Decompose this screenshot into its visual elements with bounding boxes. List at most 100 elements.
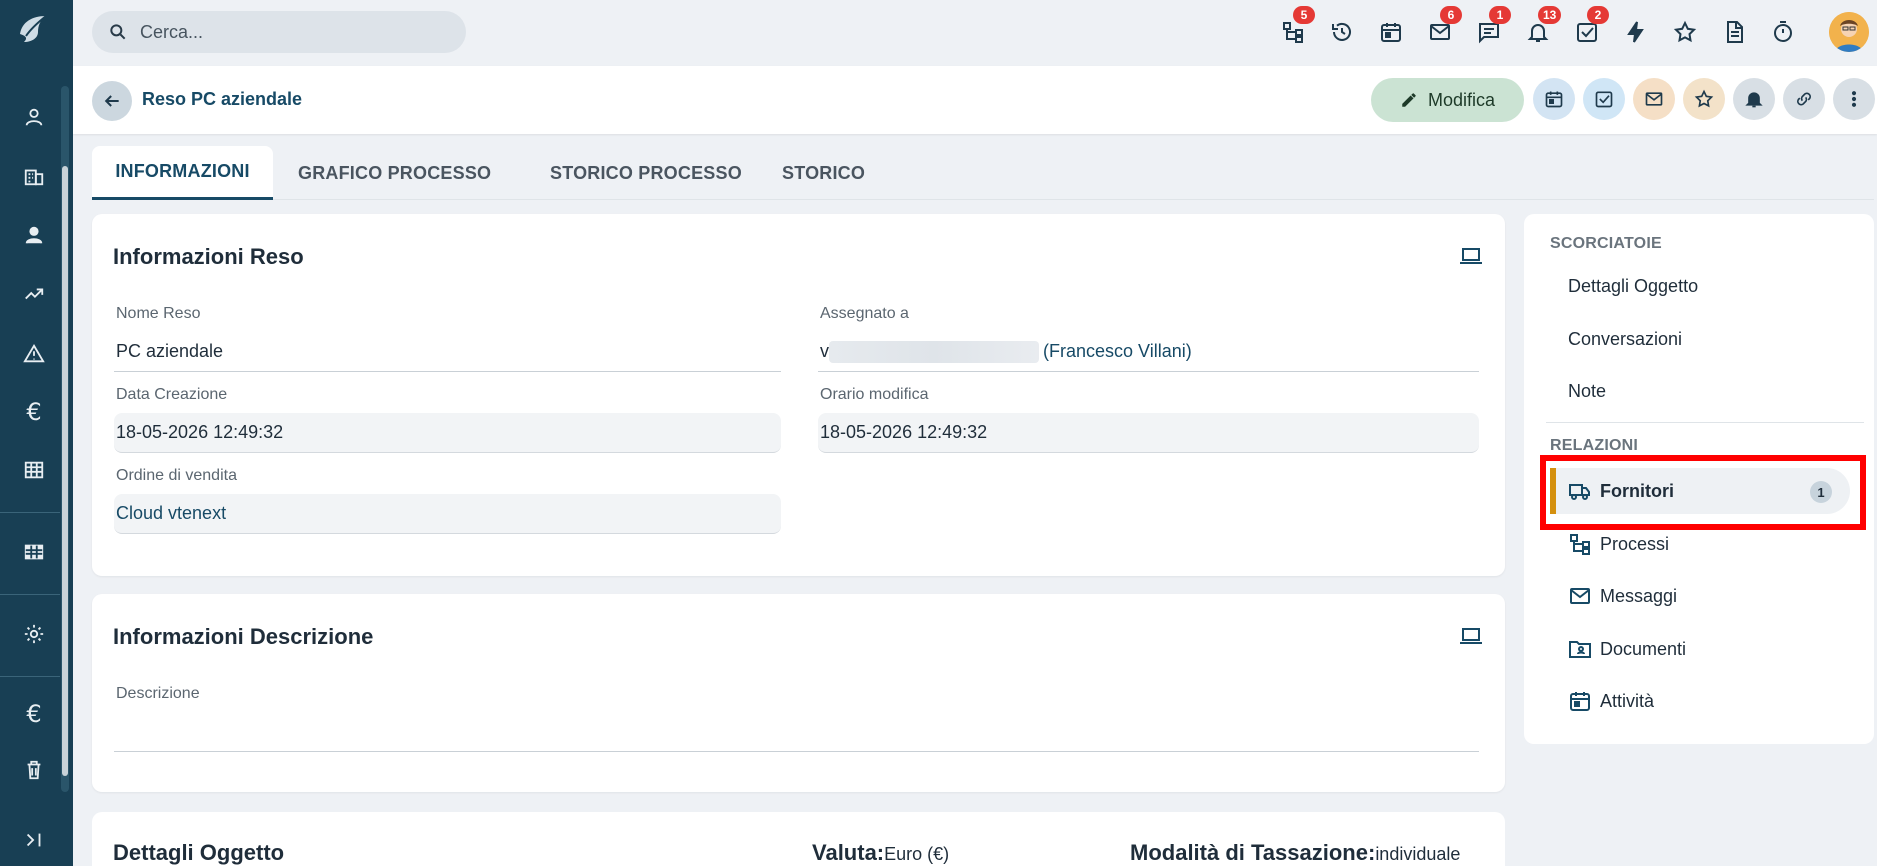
record-title: Reso PC aziendale <box>142 89 303 109</box>
search-input[interactable] <box>140 21 440 43</box>
relation-label: Attività <box>1600 690 1655 711</box>
shortcut-item-details[interactable]: Dettagli Oggetto <box>1568 276 1698 297</box>
relation-item-documenti[interactable]: Documenti <box>1550 626 1850 672</box>
pencil-icon <box>1402 93 1416 107</box>
redacted-text <box>829 340 1039 363</box>
mail-icon <box>1645 92 1663 106</box>
relation-item-attivita[interactable]: Attività <box>1550 678 1850 724</box>
currency-label: Valuta: <box>812 840 885 865</box>
link-icon <box>1797 92 1811 106</box>
app-logo-icon[interactable] <box>16 12 50 46</box>
favorites-star-icon[interactable] <box>1671 18 1699 46</box>
currency-info: Valuta:Euro (€) <box>812 840 949 866</box>
processes-badge: 5 <box>1293 6 1315 24</box>
created-field: 18-05-2026 12:49:32 <box>114 413 781 453</box>
more-vertical-icon <box>1851 91 1857 107</box>
relation-item-messaggi[interactable]: Messaggi <box>1550 573 1850 619</box>
notifications-bell-icon[interactable]: 13 <box>1524 6 1562 46</box>
document-icon[interactable] <box>1720 18 1748 46</box>
tab-grafico-processo[interactable]: GRAFICO PROCESSO <box>273 146 516 200</box>
leads-icon[interactable] <box>20 221 48 249</box>
tab-storico-processo[interactable]: STORICO PROCESSO <box>525 146 767 200</box>
calendar-icon <box>1570 692 1590 711</box>
quick-create-bolt-icon[interactable] <box>1622 18 1650 46</box>
rail-scrollbar[interactable] <box>61 86 69 792</box>
search-icon <box>110 24 126 40</box>
mail-badge: 6 <box>1440 6 1462 24</box>
tab-storico[interactable]: STORICO <box>757 146 890 200</box>
description-card-title: Informazioni Descrizione <box>113 624 374 649</box>
relation-label: Messaggi <box>1600 585 1678 606</box>
add-event-button[interactable] <box>1533 78 1575 120</box>
processes-icon[interactable]: 5 <box>1279 6 1315 46</box>
favorite-button[interactable] <box>1683 78 1725 120</box>
apps-grid-icon[interactable] <box>20 538 48 566</box>
task-check-icon <box>1595 91 1613 108</box>
assigned-label: Assegnato a <box>820 305 909 322</box>
trending-icon[interactable] <box>20 280 48 308</box>
modified-field: 18-05-2026 12:49:32 <box>818 413 1479 453</box>
created-label: Data Creazione <box>116 386 228 403</box>
envelope-icon <box>1570 588 1590 604</box>
more-actions-button[interactable] <box>1833 78 1875 120</box>
star-icon <box>1694 89 1714 108</box>
euro-icon[interactable]: € <box>20 398 48 426</box>
trash-icon[interactable] <box>20 756 48 784</box>
edit-button-label: Modifica <box>1427 89 1496 110</box>
contacts-icon[interactable] <box>20 103 48 131</box>
display-mode-icon[interactable] <box>1459 246 1483 266</box>
tax-mode-value: individuale <box>1375 844 1461 864</box>
details-card-title: Dettagli Oggetto <box>113 840 285 865</box>
history-icon[interactable] <box>1328 18 1356 46</box>
add-task-button[interactable] <box>1583 78 1625 120</box>
relation-label: Documenti <box>1600 638 1687 659</box>
sales-order-link[interactable]: Cloud vtenext <box>114 494 781 534</box>
name-field[interactable]: PC aziendale <box>114 332 781 372</box>
assigned-prefix: v <box>820 341 829 361</box>
timer-icon[interactable] <box>1769 18 1797 46</box>
shortcut-item-notes[interactable]: Note <box>1568 381 1606 402</box>
table-icon[interactable] <box>20 456 48 484</box>
info-card: Informazioni Reso Nome Reso PC aziendale… <box>92 214 1505 576</box>
accounts-icon[interactable] <box>20 162 48 190</box>
edit-button[interactable]: Modifica <box>1371 78 1524 122</box>
description-card: Informazioni Descrizione Descrizione <box>92 594 1505 792</box>
shortcuts-title: SCORCIATOIE <box>1550 235 1662 252</box>
user-avatar[interactable] <box>1829 12 1869 52</box>
name-label: Nome Reso <box>116 305 201 322</box>
description-field[interactable] <box>114 712 1479 752</box>
highlight-box <box>1540 455 1866 530</box>
expand-rail-icon[interactable] <box>20 826 48 854</box>
mail-icon[interactable]: 6 <box>1426 6 1462 46</box>
assigned-user-link[interactable]: (Francesco Villani) <box>1043 341 1192 362</box>
display-mode-icon[interactable] <box>1459 626 1483 646</box>
record-header: Reso PC aziendale Modifica <box>73 66 1877 134</box>
info-card-title: Informazioni Reso <box>113 244 304 269</box>
tasks-checkbox-icon[interactable]: 2 <box>1573 6 1609 46</box>
order-label: Ordine di vendita <box>116 467 237 484</box>
tasks-badge: 2 <box>1587 6 1609 24</box>
calendar-icon <box>1545 91 1563 108</box>
tax-mode-label: Modalità di Tassazione: <box>1130 840 1376 865</box>
warning-icon[interactable] <box>20 340 48 368</box>
send-email-button[interactable] <box>1633 78 1675 120</box>
details-card: Dettagli Oggetto Valuta:Euro (€) Modalit… <box>92 812 1505 866</box>
back-button[interactable] <box>92 81 132 121</box>
calendar-icon[interactable] <box>1377 18 1405 46</box>
tab-informazioni[interactable]: INFORMAZIONI <box>92 146 273 200</box>
left-rail: € € <box>0 0 73 866</box>
chat-icon[interactable]: 1 <box>1475 6 1511 46</box>
assigned-field[interactable]: v (Francesco Villani) <box>818 332 1479 372</box>
follow-button[interactable] <box>1733 78 1775 120</box>
currency-value: Euro (€) <box>884 844 950 864</box>
shortcut-item-conversations[interactable]: Conversazioni <box>1568 329 1682 350</box>
bell-icon <box>1745 92 1763 108</box>
process-tree-icon <box>1570 534 1590 555</box>
euro-secondary-icon[interactable]: € <box>20 700 48 728</box>
relation-label: Processi <box>1600 533 1670 554</box>
chat-badge: 1 <box>1489 6 1511 24</box>
global-search[interactable] <box>92 11 466 53</box>
settings-gear-icon[interactable] <box>20 620 48 648</box>
arrow-left-icon <box>104 95 119 107</box>
link-button[interactable] <box>1783 78 1825 120</box>
